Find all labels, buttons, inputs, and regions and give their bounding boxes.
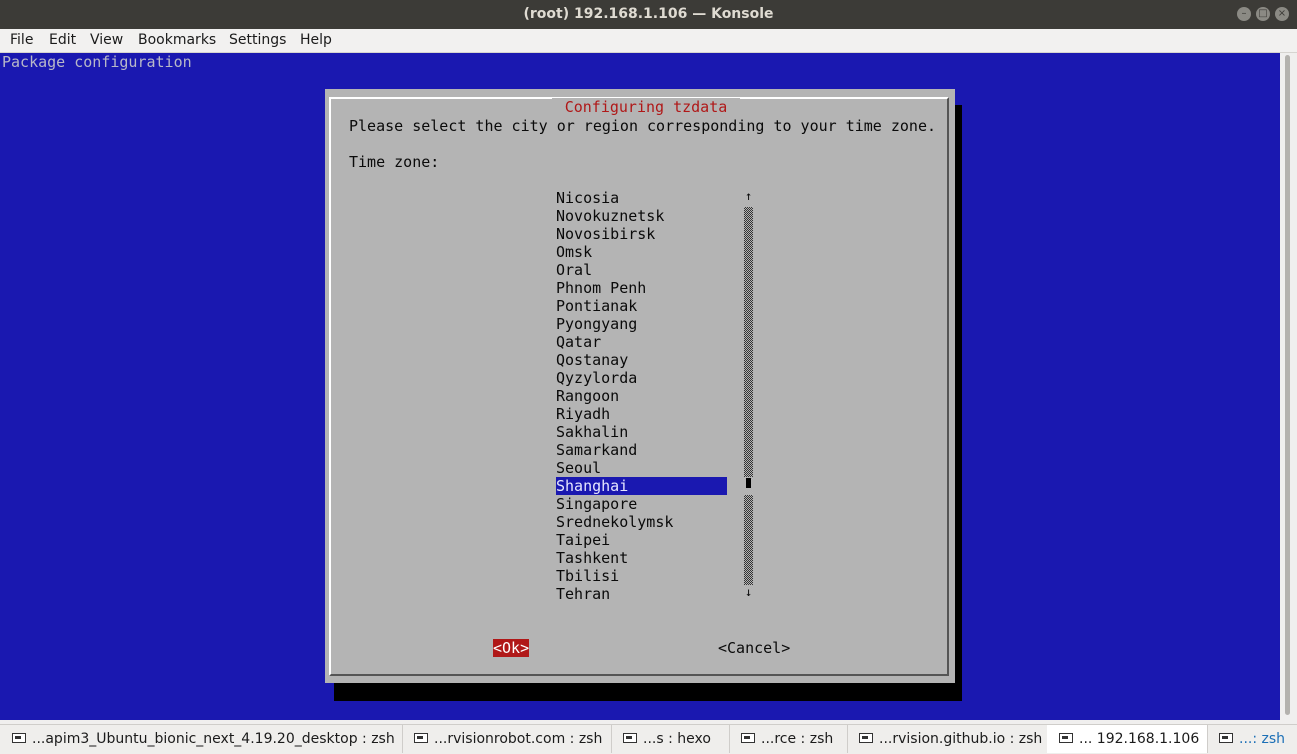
terminal-icon <box>12 733 26 743</box>
terminal-icon <box>1219 733 1233 743</box>
time-zone-option[interactable]: Novosibirsk <box>556 225 727 243</box>
ok-button[interactable]: <Ok> <box>493 639 530 657</box>
window-titlebar: (root) 192.168.1.106 — Konsole – □ × <box>0 0 1297 29</box>
dialog-frame: Configuring tzdata Please select the cit… <box>329 97 949 676</box>
terminal-icon <box>1059 733 1073 743</box>
menu-file[interactable]: File <box>10 32 33 48</box>
terminal-icon <box>623 733 637 743</box>
cancel-button[interactable]: <Cancel> <box>718 639 790 657</box>
konsole-tab-label: ...rvisionrobot.com : zsh <box>434 731 603 747</box>
terminal-icon <box>741 733 755 743</box>
terminal-scrollbar[interactable] <box>1280 53 1297 720</box>
menu-bookmarks[interactable]: Bookmarks <box>138 32 216 48</box>
time-zone-option[interactable]: Srednekolymsk <box>556 513 727 531</box>
konsole-tab[interactable]: ...apim3_Ubuntu_bionic_next_4.19.20_desk… <box>0 725 403 753</box>
package-configuration-header: Package configuration <box>2 53 192 71</box>
scroll-down-icon[interactable]: ↓ <box>745 583 752 601</box>
konsole-tab-label: ... 192.168.1.106 <box>1079 731 1200 747</box>
tzdata-dialog: Configuring tzdata Please select the cit… <box>325 89 955 683</box>
time-zone-option[interactable]: Qatar <box>556 333 727 351</box>
dialog-title: Configuring tzdata <box>552 98 740 116</box>
konsole-tab-label: ...rvision.github.io : zsh <box>879 731 1043 747</box>
time-zone-option[interactable]: Oral <box>556 261 727 279</box>
time-zone-option[interactable]: Qostanay <box>556 351 727 369</box>
time-zone-option[interactable]: Sakhalin <box>556 423 727 441</box>
time-zone-option[interactable]: Tehran <box>556 585 727 603</box>
terminal-area[interactable]: Package configuration Configuring tzdata… <box>0 53 1280 720</box>
konsole-tab[interactable]: ... 192.168.1.106 <box>1047 725 1208 753</box>
time-zone-label: Time zone: <box>349 153 440 171</box>
konsole-tab[interactable]: ...rvision.github.io : zsh <box>847 725 1048 753</box>
maximize-icon[interactable]: □ <box>1256 7 1270 21</box>
time-zone-option[interactable]: Qyzylorda <box>556 369 727 387</box>
close-icon[interactable]: × <box>1275 7 1289 21</box>
time-zone-option[interactable]: Pyongyang <box>556 315 727 333</box>
time-zone-option[interactable]: Omsk <box>556 243 727 261</box>
terminal-icon <box>414 733 428 743</box>
menu-settings[interactable]: Settings <box>229 32 286 48</box>
time-zone-option-selected[interactable]: Shanghai <box>556 477 727 495</box>
konsole-tab[interactable]: ...rvisionrobot.com : zsh <box>402 725 612 753</box>
time-zone-option[interactable]: Samarkand <box>556 441 727 459</box>
list-scrollbar-track-lower[interactable] <box>744 495 753 585</box>
time-zone-option[interactable]: Taipei <box>556 531 727 549</box>
konsole-tab-label: ...rce : zsh <box>761 731 834 747</box>
menu-view[interactable]: View <box>90 32 123 48</box>
konsole-tab-bar: ...apim3_Ubuntu_bionic_next_4.19.20_desk… <box>0 724 1297 754</box>
terminal-scrollbar-thumb[interactable] <box>1285 55 1290 715</box>
time-zone-option[interactable]: Riyadh <box>556 405 727 423</box>
list-scrollbar-thumb[interactable] <box>746 478 751 488</box>
time-zone-option[interactable]: Phnom Penh <box>556 279 727 297</box>
menu-edit[interactable]: Edit <box>49 32 76 48</box>
time-zone-option[interactable]: Rangoon <box>556 387 727 405</box>
menu-bar: File Edit View Bookmarks Settings Help <box>0 29 1297 53</box>
konsole-tab[interactable]: ...rce : zsh <box>729 725 848 753</box>
time-zone-option[interactable]: Novokuznetsk <box>556 207 727 225</box>
minimize-icon[interactable]: – <box>1237 7 1251 21</box>
time-zone-option[interactable]: Tbilisi <box>556 567 727 585</box>
time-zone-option[interactable]: Tashkent <box>556 549 727 567</box>
time-zone-option[interactable]: Pontianak <box>556 297 727 315</box>
time-zone-option[interactable]: Seoul <box>556 459 727 477</box>
menu-help[interactable]: Help <box>300 32 332 48</box>
konsole-tab-label: ...: zsh <box>1239 731 1286 747</box>
terminal-icon <box>859 733 873 743</box>
time-zone-option[interactable]: Nicosia <box>556 189 727 207</box>
scroll-up-icon[interactable]: ↑ <box>745 187 752 205</box>
konsole-tab[interactable]: ...: zsh <box>1207 725 1297 753</box>
list-scrollbar-track[interactable] <box>744 207 753 477</box>
konsole-tab-label: ...s : hexo <box>643 731 711 747</box>
window-title: (root) 192.168.1.106 — Konsole <box>523 6 774 22</box>
konsole-tab[interactable]: ...s : hexo <box>611 725 730 753</box>
dialog-prompt: Please select the city or region corresp… <box>349 117 936 135</box>
konsole-tab-label: ...apim3_Ubuntu_bionic_next_4.19.20_desk… <box>32 731 395 747</box>
time-zone-option[interactable]: Singapore <box>556 495 727 513</box>
